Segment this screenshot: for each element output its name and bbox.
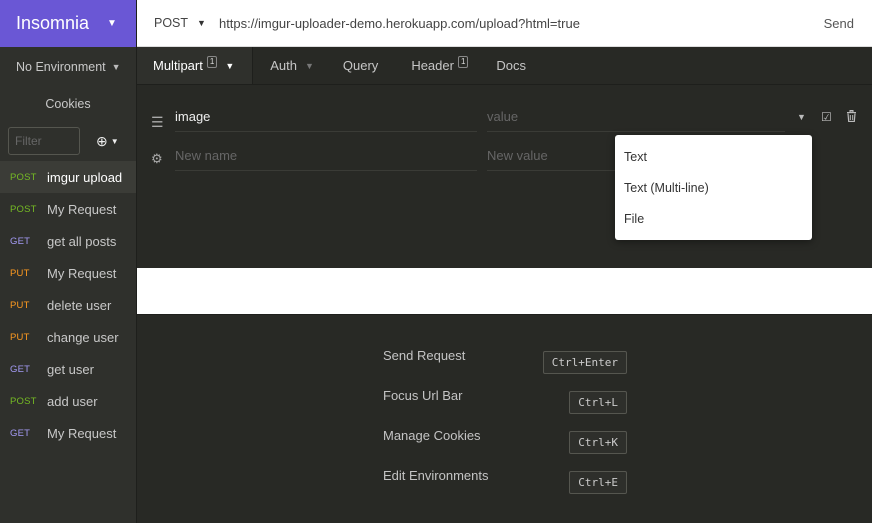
trash-icon[interactable] bbox=[846, 110, 857, 125]
request-tabs: Multipart 1 ▼ Auth ▼ Query Header 1 Docs bbox=[137, 47, 872, 85]
shortcut-label: Manage Cookies bbox=[383, 428, 481, 443]
method-badge: PUT bbox=[10, 299, 30, 311]
filter-input[interactable] bbox=[8, 127, 80, 155]
request-name: delete user bbox=[47, 297, 112, 313]
method-badge: PUT bbox=[10, 267, 30, 279]
method-badge: GET bbox=[10, 235, 31, 247]
tab-label: Auth bbox=[270, 58, 297, 73]
sidebar: Insomnia ▼ No Environment ▼ Cookies ⊕ ▼ … bbox=[0, 0, 137, 523]
chevron-down-icon[interactable]: ▼ bbox=[797, 112, 806, 122]
chevron-down-icon: ▼ bbox=[107, 18, 117, 29]
environment-label: No Environment bbox=[16, 60, 106, 74]
tab-label: Query bbox=[342, 58, 379, 73]
tab-label: Multipart bbox=[153, 58, 203, 73]
tab-auth[interactable]: Auth ▼ bbox=[270, 47, 314, 84]
environment-selector[interactable]: No Environment ▼ bbox=[0, 47, 136, 87]
shortcut-label: Edit Environments bbox=[383, 468, 489, 483]
method-label: POST bbox=[154, 16, 189, 30]
keyboard-shortcuts: Send Request Ctrl+Enter Focus Url Bar Ct… bbox=[137, 315, 872, 523]
request-item[interactable]: PUT change user bbox=[0, 321, 136, 353]
empty-panel bbox=[137, 268, 872, 315]
url-input[interactable]: https://imgur-uploader-demo.herokuapp.co… bbox=[219, 16, 580, 31]
shortcut-key: Ctrl+L bbox=[569, 391, 627, 414]
request-item[interactable]: POST imgur upload bbox=[0, 161, 136, 193]
method-badge: PUT bbox=[10, 331, 30, 343]
request-item[interactable]: POST My Request bbox=[0, 193, 136, 225]
tab-label: Docs bbox=[496, 58, 527, 73]
chevron-down-icon: ▼ bbox=[225, 60, 235, 71]
type-dropdown-menu: Text Text (Multi-line) File bbox=[615, 135, 812, 240]
method-selector[interactable]: POST ▼ bbox=[154, 16, 206, 30]
drag-handle-icon[interactable]: ☰ bbox=[151, 114, 164, 131]
tab-docs[interactable]: Docs bbox=[496, 47, 526, 84]
plus-circle-icon: ⊕ bbox=[96, 132, 108, 149]
request-name: change user bbox=[47, 329, 119, 345]
chevron-down-icon: ▼ bbox=[197, 18, 206, 28]
method-badge: GET bbox=[10, 363, 31, 375]
request-name: get all posts bbox=[47, 233, 117, 249]
request-name: My Request bbox=[47, 201, 117, 217]
workspace-menu[interactable]: Insomnia ▼ bbox=[0, 0, 136, 47]
shortcut-key: Ctrl+K bbox=[569, 431, 627, 454]
count-badge: 1 bbox=[457, 55, 469, 68]
new-name-field[interactable]: New name bbox=[175, 141, 477, 171]
value-field[interactable]: value bbox=[487, 102, 785, 132]
request-name: My Request bbox=[47, 265, 117, 281]
method-badge: POST bbox=[10, 171, 37, 183]
add-request-button[interactable]: ⊕ ▼ bbox=[96, 133, 119, 150]
filter-row: ⊕ ▼ bbox=[0, 121, 136, 161]
shortcut-label: Focus Url Bar bbox=[383, 388, 463, 403]
request-item[interactable]: PUT My Request bbox=[0, 257, 136, 289]
chevron-down-icon: ▼ bbox=[111, 62, 121, 72]
shortcut-row: Send Request Ctrl+Enter bbox=[383, 348, 627, 374]
tab-query[interactable]: Query bbox=[343, 47, 378, 84]
request-item[interactable]: GET get all posts bbox=[0, 225, 136, 257]
cookies-label: Cookies bbox=[45, 97, 91, 111]
send-button[interactable]: Send bbox=[824, 16, 854, 31]
chevron-down-icon: ▼ bbox=[110, 136, 119, 146]
shortcut-key: Ctrl+E bbox=[569, 471, 627, 494]
gear-icon[interactable]: ⚙ bbox=[151, 151, 163, 167]
checkbox-icon[interactable]: ☑ bbox=[821, 110, 832, 124]
method-badge: GET bbox=[10, 427, 31, 439]
request-item[interactable]: POST add user bbox=[0, 385, 136, 417]
app-name: Insomnia bbox=[16, 13, 90, 33]
cookies-button[interactable]: Cookies bbox=[0, 87, 136, 121]
shortcut-row: Edit Environments Ctrl+E bbox=[383, 468, 627, 494]
url-bar: POST ▼ https://imgur-uploader-demo.herok… bbox=[137, 0, 872, 47]
request-item[interactable]: GET My Request bbox=[0, 417, 136, 449]
menu-item-text-multiline[interactable]: Text (Multi-line) bbox=[615, 172, 812, 203]
shortcut-row: Manage Cookies Ctrl+K bbox=[383, 428, 627, 454]
menu-item-text[interactable]: Text bbox=[615, 141, 812, 172]
request-name: My Request bbox=[47, 425, 117, 441]
shortcut-row: Focus Url Bar Ctrl+L bbox=[383, 388, 627, 414]
count-badge: 1 bbox=[206, 55, 218, 68]
shortcut-key: Ctrl+Enter bbox=[542, 351, 627, 374]
method-badge: POST bbox=[10, 203, 37, 215]
method-badge: POST bbox=[10, 395, 37, 407]
tab-header[interactable]: Header 1 bbox=[411, 47, 469, 84]
request-item[interactable]: PUT delete user bbox=[0, 289, 136, 321]
name-field[interactable]: image bbox=[175, 102, 477, 132]
tab-body[interactable]: Multipart 1 ▼ bbox=[137, 47, 254, 84]
request-name: get user bbox=[47, 361, 94, 377]
chevron-down-icon: ▼ bbox=[304, 60, 314, 71]
tab-label: Header bbox=[411, 58, 454, 73]
menu-item-file[interactable]: File bbox=[615, 203, 812, 234]
request-name: add user bbox=[47, 393, 98, 409]
request-list: POST imgur upload POST My Request GET ge… bbox=[0, 161, 136, 449]
request-item[interactable]: GET get user bbox=[0, 353, 136, 385]
request-name: imgur upload bbox=[47, 169, 123, 185]
shortcut-label: Send Request bbox=[383, 348, 466, 363]
